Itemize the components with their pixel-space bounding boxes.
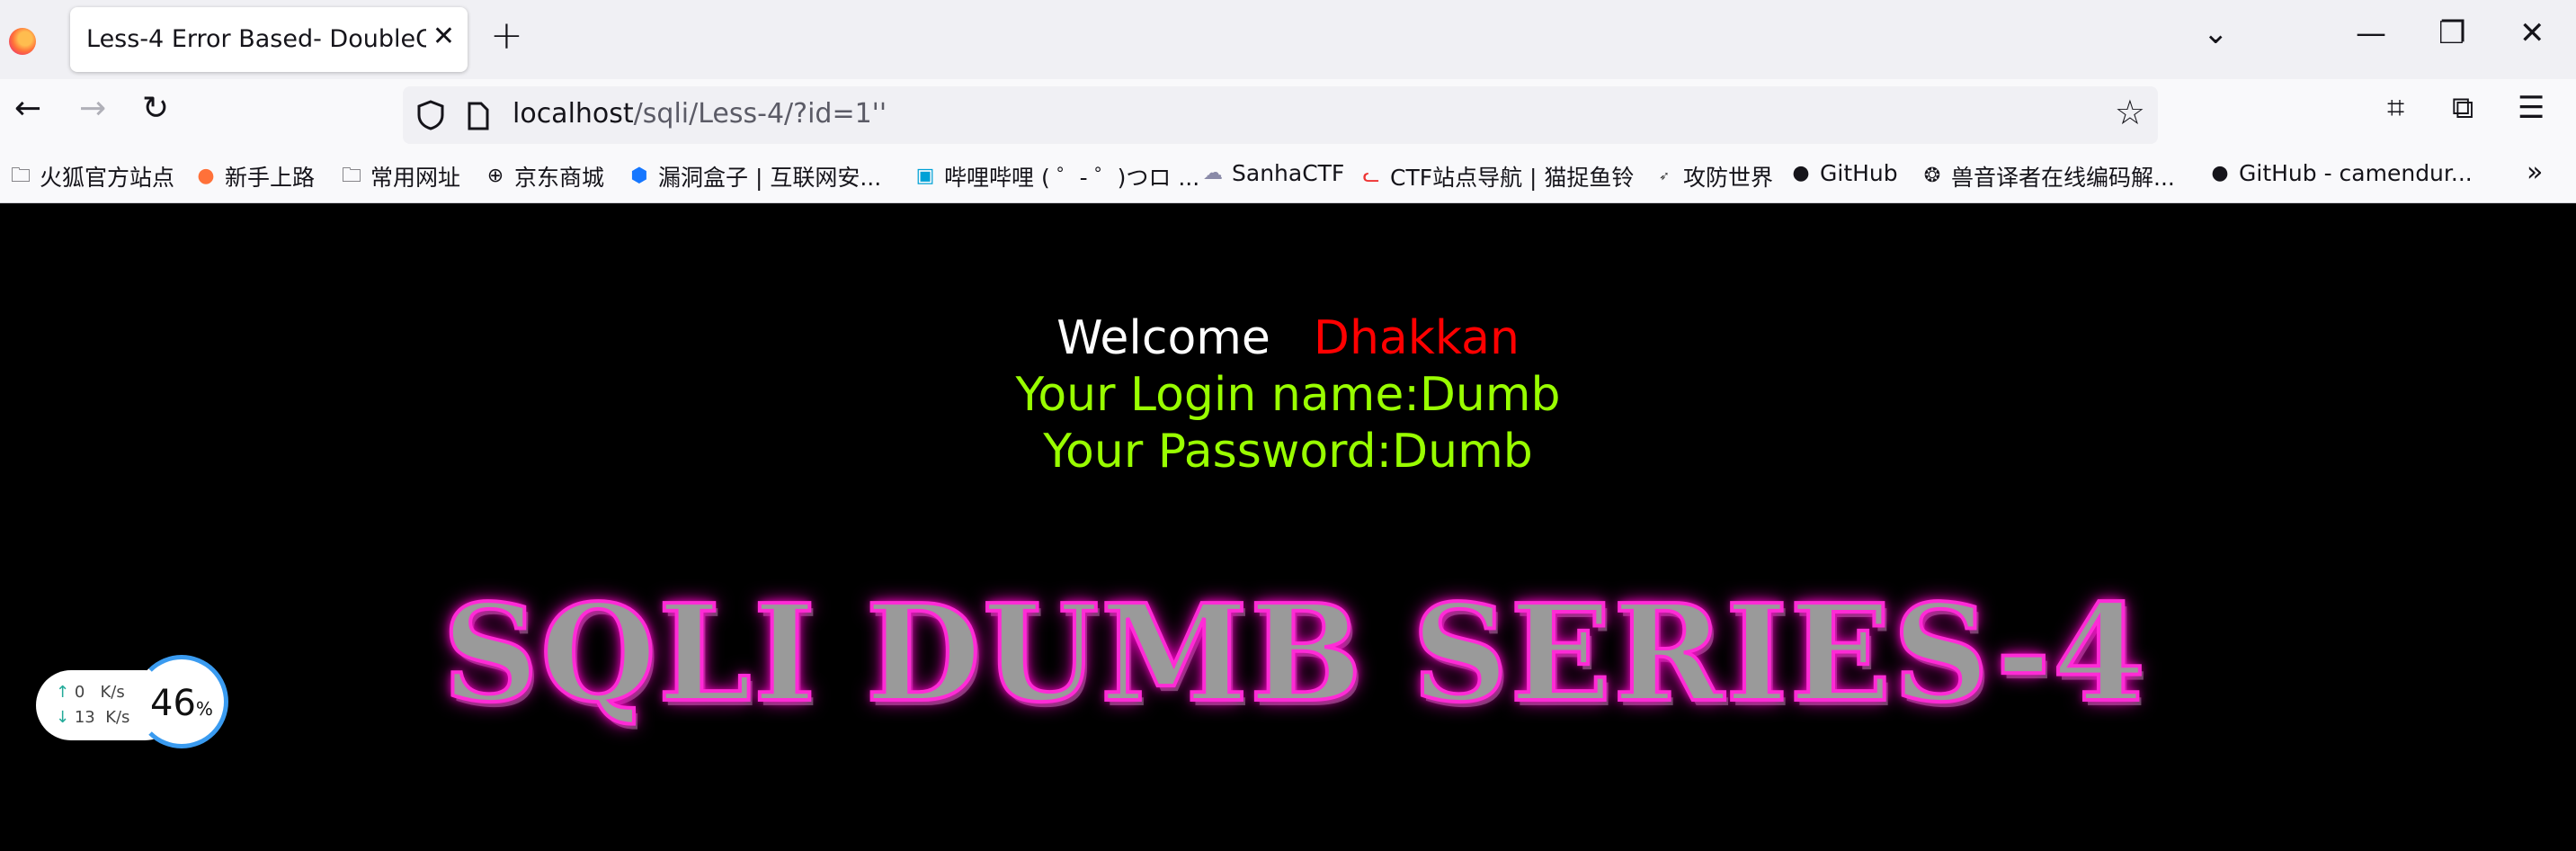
url-host: localhost bbox=[513, 98, 634, 130]
screenshot-icon[interactable]: ⌗ bbox=[2387, 93, 2404, 123]
tab-close-icon[interactable]: ✕ bbox=[432, 23, 455, 50]
download-arrow-icon: ↓ bbox=[56, 708, 70, 727]
browser-chrome: Less-4 Error Based- DoubleQuotes ✕ + ⌄ —… bbox=[0, 0, 2576, 203]
nav-bar: ← → ↻ localhost/sqli/Less-4/?id=1'' ☆ ⌗ … bbox=[0, 79, 2576, 151]
bookmark-item[interactable]: ☁ SanhaCTF bbox=[1201, 160, 1344, 186]
series-banner: SQLI DUMB SERIES-4 bbox=[441, 575, 2147, 731]
sanha-icon: ☁ bbox=[1203, 161, 1223, 184]
bookmark-item[interactable]: ▣ 哔哩哔哩 ( ゜- ゜)つロ ... bbox=[914, 160, 1200, 193]
folder-icon: 🗀 bbox=[10, 165, 31, 187]
tracking-shield-icon[interactable] bbox=[415, 99, 446, 131]
download-speed: ↓ 13 K/s bbox=[56, 708, 129, 727]
bookmark-label: GitHub bbox=[1820, 160, 1898, 186]
bookmark-label: 新手上路 bbox=[225, 165, 316, 191]
adworld-icon: ➶ bbox=[1659, 169, 1670, 184]
bookmark-label: 哔哩哔哩 ( ゜- ゜)つロ ... bbox=[944, 165, 1200, 191]
bookmark-label: CTF站点导航 | 猫捉鱼铃 bbox=[1390, 165, 1635, 191]
bookmark-item[interactable]: ➶ 攻防世界 bbox=[1653, 160, 1773, 193]
url-bar[interactable]: localhost/sqli/Less-4/?id=1'' ☆ bbox=[403, 86, 2158, 144]
globe-icon: ⊕ bbox=[486, 165, 504, 187]
github-icon: ● bbox=[1792, 161, 1810, 184]
hexagon-icon: ⬢ bbox=[630, 165, 648, 187]
bookmark-item[interactable]: ● 新手上路 bbox=[194, 160, 315, 193]
upload-speed: ↑ 0 K/s bbox=[56, 683, 125, 702]
firefox-icon: ● bbox=[197, 165, 215, 187]
page-info-icon[interactable] bbox=[466, 101, 491, 131]
tab-strip: Less-4 Error Based- DoubleQuotes ✕ + ⌄ —… bbox=[0, 0, 2576, 79]
cat-icon: ᓚ bbox=[1362, 165, 1380, 187]
memory-gauge[interactable]: 46% bbox=[135, 655, 228, 748]
bookmark-item[interactable]: ● GitHub bbox=[1789, 160, 1898, 186]
bookmark-label: 漏洞盒子 | 互联网安... bbox=[658, 165, 882, 191]
extensions-icon[interactable]: ⧉ bbox=[2452, 93, 2473, 123]
welcome-text: Welcome bbox=[1056, 311, 1270, 365]
bookmark-label: 火狐官方站点 bbox=[40, 165, 175, 191]
login-name: Your Login name:Dumb bbox=[1015, 368, 1561, 422]
tab-active[interactable]: Less-4 Error Based- DoubleQuotes ✕ bbox=[70, 7, 468, 72]
menu-icon[interactable]: ☰ bbox=[2518, 93, 2545, 123]
window-close-icon[interactable]: ✕ bbox=[2519, 18, 2545, 49]
bookmark-label: SanhaCTF bbox=[1232, 160, 1345, 186]
forward-icon[interactable]: → bbox=[79, 93, 106, 125]
bookmark-star-icon[interactable]: ☆ bbox=[2115, 95, 2145, 130]
user-name: Dhakkan bbox=[1313, 311, 1520, 365]
folder-icon: 🗀 bbox=[341, 165, 361, 187]
bookmark-label: GitHub - camendur... bbox=[2239, 160, 2473, 186]
password: Your Password:Dumb bbox=[1043, 425, 1533, 479]
list-tabs-icon[interactable]: ⌄ bbox=[2203, 18, 2229, 49]
percent-sign: % bbox=[195, 698, 213, 720]
minimize-icon[interactable]: — bbox=[2356, 18, 2386, 49]
firefox-logo-icon[interactable] bbox=[9, 28, 36, 55]
restore-icon[interactable]: ❐ bbox=[2438, 18, 2465, 49]
bookmarks-toolbar: 🗀 火狐官方站点 ● 新手上路 🗀 常用网址 ⊕ 京东商城 ⬢ 漏洞盒子 | 互联网安..… bbox=[0, 151, 2576, 203]
tab-title: Less-4 Error Based- DoubleQuotes bbox=[86, 25, 426, 53]
reload-icon[interactable]: ↻ bbox=[142, 93, 169, 125]
bookmark-item[interactable]: ᓚ CTF站点导航 | 猫捉鱼铃 bbox=[1359, 160, 1635, 193]
paw-icon: ❂ bbox=[1923, 165, 1941, 187]
new-tab-icon[interactable]: + bbox=[490, 16, 523, 56]
download-value: 13 bbox=[74, 708, 95, 727]
memory-percent: 46% bbox=[150, 683, 213, 724]
back-icon[interactable]: ← bbox=[14, 93, 41, 125]
bookmark-item[interactable]: 🗀 常用网址 bbox=[340, 160, 460, 193]
download-unit: K/s bbox=[105, 708, 130, 727]
bookmark-label: 兽音译者在线编码解... bbox=[1951, 165, 2175, 191]
bookmark-label: 京东商城 bbox=[514, 165, 605, 191]
url-text[interactable]: localhost/sqli/Less-4/?id=1'' bbox=[513, 98, 887, 130]
url-path: /sqli/Less-4/?id=1'' bbox=[633, 98, 887, 130]
upload-unit: K/s bbox=[100, 683, 125, 702]
bookmarks-overflow-icon[interactable]: » bbox=[2527, 157, 2543, 188]
bookmark-item[interactable]: ⊕ 京东商城 bbox=[484, 160, 604, 193]
upload-value: 0 bbox=[74, 683, 85, 702]
bookmark-item[interactable]: 🗀 火狐官方站点 bbox=[9, 160, 174, 193]
bookmark-item[interactable]: ⬢ 漏洞盒子 | 互联网安... bbox=[628, 160, 881, 193]
bookmark-item[interactable]: ❂ 兽音译者在线编码解... bbox=[1921, 160, 2175, 193]
bookmark-label: 攻防世界 bbox=[1683, 165, 1774, 191]
upload-arrow-icon: ↑ bbox=[56, 683, 70, 702]
github-icon: ● bbox=[2211, 161, 2229, 184]
bilibili-icon: ▣ bbox=[915, 165, 935, 187]
page-content: Welcome Dhakkan Your Login name:Dumb Your… bbox=[0, 203, 2576, 851]
bookmark-item[interactable]: ● GitHub - camendur... bbox=[2208, 160, 2473, 186]
welcome-line: Welcome Dhakkan bbox=[0, 311, 2576, 365]
percent-value: 46 bbox=[150, 683, 196, 724]
bookmark-label: 常用网址 bbox=[370, 165, 461, 191]
